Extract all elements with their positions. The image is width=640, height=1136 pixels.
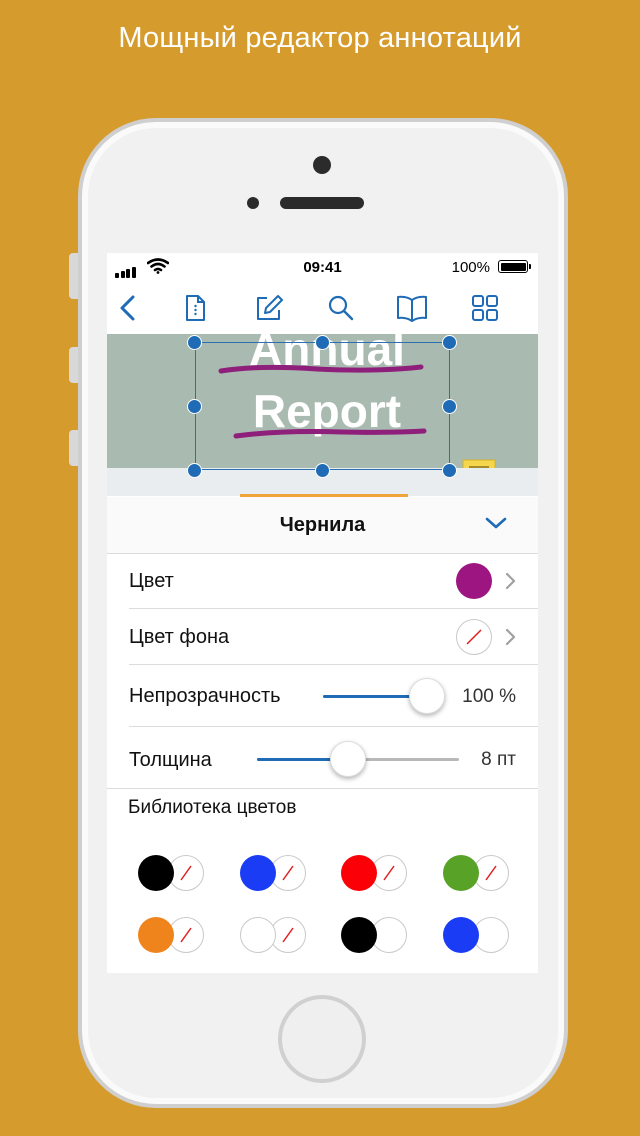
app-screen: 09:41 100% Annual Report Чернила Цвет Цв… (107, 253, 538, 973)
background-color-label: Цвет фона (129, 626, 230, 648)
resize-handle-top-right[interactable] (442, 335, 457, 350)
headline: Мощный редактор аннотаций (118, 22, 522, 54)
grid-icon[interactable] (468, 291, 502, 325)
thickness-slider-thumb[interactable] (329, 741, 366, 777)
foreground-color-swatch (240, 855, 276, 891)
chevron-right-icon (504, 572, 516, 595)
background-color-row[interactable]: Цвет фона (107, 609, 538, 665)
battery-icon (498, 260, 531, 273)
front-camera (313, 156, 331, 174)
panel-header[interactable]: Чернила (107, 497, 538, 554)
opacity-label: Непрозрачность (129, 685, 281, 707)
opacity-slider-thumb[interactable] (409, 678, 445, 714)
color-library-item[interactable] (341, 917, 407, 953)
proximity-sensor (247, 197, 259, 209)
color-swatch[interactable] (456, 563, 492, 599)
foreground-color-swatch (138, 917, 174, 953)
battery-percentage: 100% (451, 259, 490, 276)
book-icon[interactable] (395, 291, 429, 325)
thickness-value: 8 пт (481, 749, 516, 770)
color-library-item[interactable] (138, 917, 204, 953)
thickness-row: Толщина 8 пт (107, 727, 538, 789)
home-button[interactable] (278, 995, 366, 1083)
document-info-icon[interactable] (178, 291, 212, 325)
color-library-item[interactable] (240, 917, 306, 953)
foreground-color-swatch (341, 917, 377, 953)
foreground-color-swatch (443, 917, 479, 953)
resize-handle-right[interactable] (442, 399, 457, 414)
opacity-value: 100 % (462, 686, 516, 707)
earpiece-speaker (280, 197, 364, 209)
color-library-item[interactable] (240, 855, 306, 891)
foreground-color-swatch (138, 855, 174, 891)
no-color-swatch[interactable] (456, 619, 492, 655)
resize-handle-top-left[interactable] (187, 335, 202, 350)
color-label: Цвет (129, 570, 174, 592)
search-icon[interactable] (324, 291, 358, 325)
resize-handle-bottom-left[interactable] (187, 463, 202, 478)
resize-handle-bottom-right[interactable] (442, 463, 457, 478)
foreground-color-swatch (240, 917, 276, 953)
foreground-color-swatch (341, 855, 377, 891)
edit-pen-icon[interactable] (252, 291, 286, 325)
thickness-label: Толщина (129, 749, 212, 771)
resize-handle-bottom[interactable] (315, 463, 330, 478)
opacity-row: Непрозрачность 100 % (107, 665, 538, 727)
chevron-right-icon (504, 628, 516, 651)
foreground-color-swatch (443, 855, 479, 891)
resize-handle-left[interactable] (187, 399, 202, 414)
color-row[interactable]: Цвет (107, 553, 538, 609)
color-library-item[interactable] (443, 917, 509, 953)
back-chevron-icon[interactable] (112, 291, 146, 325)
selection-box[interactable] (195, 342, 450, 470)
ink-properties-panel: Чернила Цвет Цвет фона Непрозрачность 10… (107, 497, 538, 973)
color-library-label: Библиотека цветов (128, 797, 297, 818)
resize-handle-top[interactable] (315, 335, 330, 350)
color-library-item[interactable] (341, 855, 407, 891)
status-bar: 09:41 100% (107, 253, 538, 281)
chevron-down-icon[interactable] (484, 515, 508, 536)
color-library-item[interactable] (138, 855, 204, 891)
color-library-item[interactable] (443, 855, 509, 891)
panel-title: Чернила (279, 514, 366, 536)
